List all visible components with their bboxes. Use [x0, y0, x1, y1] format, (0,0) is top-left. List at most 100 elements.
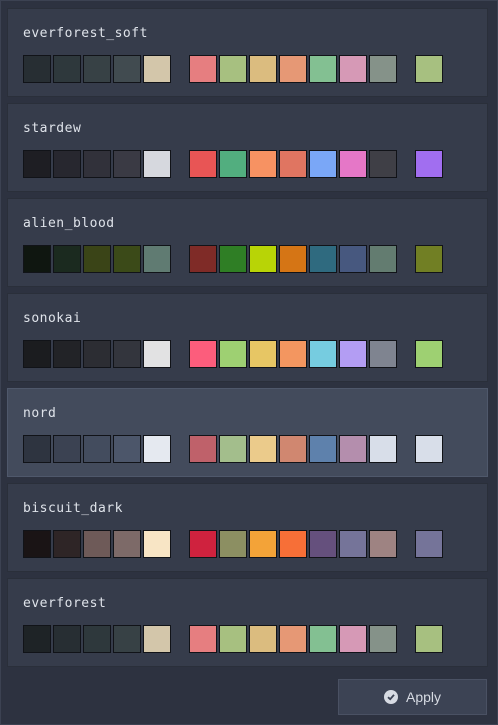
bg-swatch	[113, 625, 141, 653]
apply-button[interactable]: Apply	[338, 679, 487, 715]
fg-swatch	[309, 435, 337, 463]
bg-swatch	[113, 150, 141, 178]
fg-swatch	[339, 55, 367, 83]
theme-card-stardew[interactable]: stardew	[7, 103, 488, 192]
bg-swatch	[143, 245, 171, 273]
fg-swatch	[279, 625, 307, 653]
bg-swatch	[113, 245, 141, 273]
bg-swatch	[143, 625, 171, 653]
fg-swatch	[339, 435, 367, 463]
fg-swatch	[279, 530, 307, 558]
theme-card-everforest[interactable]: everforest	[7, 578, 488, 667]
fg-swatch	[369, 55, 397, 83]
bg-swatch	[83, 340, 111, 368]
theme-card-everforest-soft[interactable]: everforest_soft	[7, 8, 488, 97]
accent-swatch	[415, 340, 443, 368]
fg-swatch	[189, 245, 217, 273]
fg-swatch	[219, 435, 247, 463]
check-circle-icon	[383, 690, 398, 704]
fg-swatch	[339, 340, 367, 368]
fg-swatch	[309, 150, 337, 178]
bg-swatch	[113, 435, 141, 463]
bg-swatch	[23, 150, 51, 178]
fg-swatch	[279, 55, 307, 83]
fg-swatch	[249, 530, 277, 558]
color-swatches	[23, 435, 443, 463]
fg-swatch	[369, 435, 397, 463]
theme-name: everforest_soft	[23, 26, 148, 41]
bg-swatch	[143, 150, 171, 178]
fg-swatch	[219, 340, 247, 368]
accent-swatch	[415, 245, 443, 273]
theme-card-alien-blood[interactable]: alien_blood	[7, 198, 488, 287]
bg-swatch	[23, 340, 51, 368]
fg-swatch	[249, 55, 277, 83]
theme-card-biscuit-dark[interactable]: biscuit_dark	[7, 483, 488, 572]
fg-swatch	[309, 340, 337, 368]
color-swatches	[23, 625, 443, 653]
fg-swatch	[309, 530, 337, 558]
accent-swatch	[415, 55, 443, 83]
bg-swatch	[83, 625, 111, 653]
color-swatches	[23, 150, 443, 178]
fg-swatch	[249, 150, 277, 178]
fg-swatch	[189, 55, 217, 83]
bg-swatch	[53, 530, 81, 558]
fg-swatch	[219, 245, 247, 273]
fg-swatch	[309, 245, 337, 273]
theme-name: biscuit_dark	[23, 501, 123, 516]
fg-swatch	[189, 150, 217, 178]
fg-swatch	[219, 150, 247, 178]
fg-swatch	[309, 625, 337, 653]
theme-name: alien_blood	[23, 216, 115, 231]
color-swatches	[23, 55, 443, 83]
bg-swatch	[53, 435, 81, 463]
color-swatches	[23, 530, 443, 558]
bg-swatch	[83, 435, 111, 463]
bg-swatch	[83, 245, 111, 273]
fg-swatch	[369, 340, 397, 368]
fg-swatch	[339, 150, 367, 178]
bg-swatch	[113, 55, 141, 83]
theme-card-sonokai[interactable]: sonokai	[7, 293, 488, 382]
bg-swatch	[83, 150, 111, 178]
bg-swatch	[83, 55, 111, 83]
fg-swatch	[369, 625, 397, 653]
theme-name: sonokai	[23, 311, 82, 326]
fg-swatch	[369, 150, 397, 178]
fg-swatch	[339, 245, 367, 273]
bg-swatch	[53, 625, 81, 653]
bg-swatch	[113, 340, 141, 368]
bg-swatch	[23, 435, 51, 463]
bg-swatch	[53, 340, 81, 368]
fg-swatch	[189, 530, 217, 558]
fg-swatch	[219, 530, 247, 558]
bg-swatch	[143, 55, 171, 83]
fg-swatch	[279, 245, 307, 273]
bg-swatch	[53, 55, 81, 83]
theme-name: stardew	[23, 121, 82, 136]
fg-swatch	[189, 435, 217, 463]
color-swatches	[23, 340, 443, 368]
bg-swatch	[53, 245, 81, 273]
theme-selector-panel: everforest_softstardew alien_bloodsonokai…	[0, 0, 498, 725]
theme-card-nord[interactable]: nord	[7, 388, 488, 477]
fg-swatch	[309, 55, 337, 83]
fg-swatch	[279, 435, 307, 463]
fg-swatch	[369, 530, 397, 558]
bg-swatch	[143, 340, 171, 368]
bg-swatch	[23, 625, 51, 653]
fg-swatch	[249, 340, 277, 368]
bg-swatch	[23, 530, 51, 558]
bg-swatch	[143, 435, 171, 463]
fg-swatch	[249, 435, 277, 463]
accent-swatch	[415, 625, 443, 653]
fg-swatch	[369, 245, 397, 273]
accent-swatch	[415, 435, 443, 463]
theme-name: nord	[23, 406, 57, 421]
fg-swatch	[339, 530, 367, 558]
bg-swatch	[113, 530, 141, 558]
bg-swatch	[143, 530, 171, 558]
accent-swatch	[415, 530, 443, 558]
fg-swatch	[249, 245, 277, 273]
